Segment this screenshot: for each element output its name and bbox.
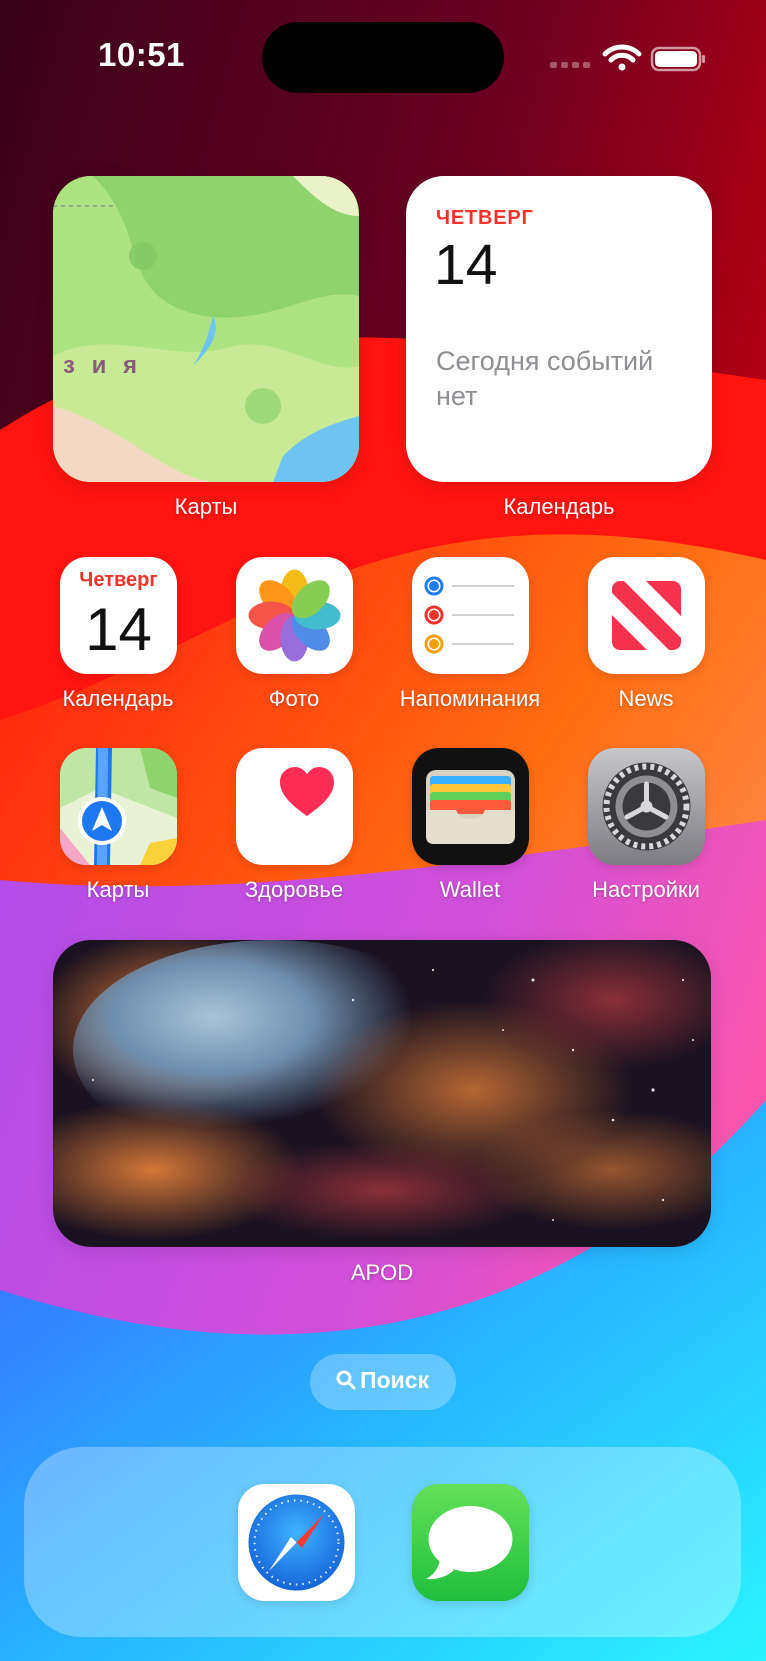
maps-widget[interactable]: з и я [53, 176, 359, 482]
health-app-icon[interactable] [236, 748, 353, 865]
map-preview [53, 176, 359, 482]
app-label-wallet: Wallet [439, 877, 501, 902]
cellular-signal-icon [550, 62, 590, 68]
app-label-reminders: Напоминания [399, 686, 541, 711]
news-icon [612, 581, 681, 650]
app-label-photos: Фото [268, 686, 320, 711]
magnifier-icon [336, 1370, 356, 1390]
calendar-icon-date: 14 [85, 596, 152, 663]
app-label-news: News [618, 686, 674, 711]
search-label: Поиск [360, 1367, 430, 1393]
reminders-icon [424, 576, 514, 654]
wifi-icon [602, 44, 642, 71]
battery-icon [650, 46, 705, 72]
wallet-icon [426, 770, 515, 844]
dynamic-island [262, 22, 504, 93]
calendar-icon-day: Четверг [79, 569, 158, 591]
messages-icon [412, 1484, 529, 1601]
apod-widget[interactable] [53, 940, 711, 1247]
photos-app-icon[interactable] [236, 557, 353, 674]
calendar-widget-date: 14 [434, 233, 498, 297]
maps-widget-label: Карты [174, 494, 238, 519]
settings-app-icon[interactable] [588, 748, 705, 865]
settings-icon [588, 748, 705, 865]
nebula-image [53, 940, 711, 1247]
wallet-app-icon[interactable] [412, 748, 529, 865]
app-label-settings: Настройки [592, 877, 700, 902]
maps-icon [60, 748, 177, 865]
map-place-label: з и я [63, 352, 143, 379]
calendar-widget-label: Календарь [503, 494, 615, 519]
apod-widget-label: APOD [350, 1260, 414, 1285]
calendar-widget[interactable]: ЧЕТВЕРГ 14 Сегодня событий нет [406, 176, 712, 482]
safari-app-icon[interactable] [238, 1484, 355, 1601]
messages-app-icon[interactable] [412, 1484, 529, 1601]
reminders-app-icon[interactable] [412, 557, 529, 674]
news-app-icon[interactable] [588, 557, 705, 674]
health-icon [280, 767, 334, 816]
maps-app-icon[interactable] [60, 748, 177, 865]
status-time: 10:51 [98, 36, 185, 73]
calendar-widget-day: ЧЕТВЕРГ [436, 207, 534, 229]
calendar-widget-message: Сегодня событий нет [436, 346, 654, 411]
app-label-calendar: Календарь [62, 686, 174, 711]
app-label-health: Здоровье [244, 877, 344, 902]
calendar-app-icon[interactable]: Четверг 14 [60, 557, 177, 674]
dock [24, 1447, 741, 1637]
safari-icon [248, 1494, 345, 1591]
photos-icon [248, 569, 341, 662]
search-button[interactable]: Поиск [310, 1354, 456, 1410]
status-icons [548, 40, 708, 76]
app-label-maps: Карты [86, 877, 150, 902]
